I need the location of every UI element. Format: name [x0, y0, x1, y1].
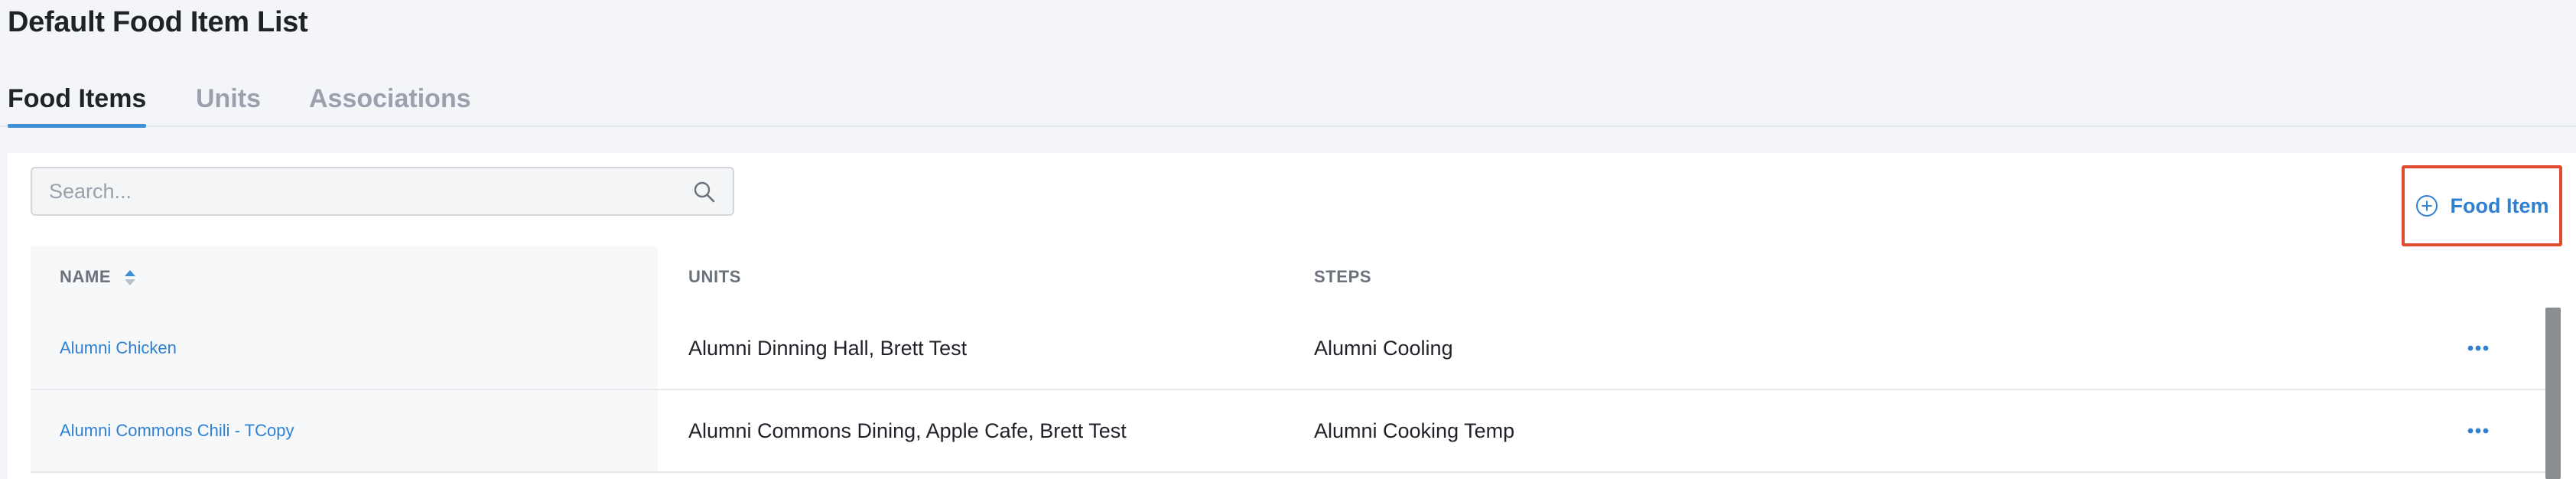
table-row: Alumni Commons Chili - TCopy Alumni Comm…: [31, 390, 2550, 473]
tab-associations[interactable]: Associations: [309, 84, 471, 127]
search-icon[interactable]: [693, 181, 716, 204]
table-body: Alumni Chicken Alumni Dinning Hall, Bret…: [31, 308, 2550, 473]
units-cell: Alumni Commons Dining, Apple Cafe, Brett…: [688, 419, 1127, 442]
tab-food-items[interactable]: Food Items: [8, 84, 147, 128]
food-items-panel: Food Item NAME UNITS STEPS Alumni Chicke…: [8, 153, 2576, 479]
steps-cell: Alumni Cooking Temp: [1314, 419, 1515, 442]
page-title: Default Food Item List: [8, 6, 308, 38]
column-header-units: UNITS: [688, 267, 741, 286]
sort-icon[interactable]: [124, 268, 136, 288]
table-row: Alumni Chicken Alumni Dinning Hall, Bret…: [31, 308, 2550, 390]
search-input[interactable]: [32, 168, 682, 214]
table-scrollbar[interactable]: [2545, 308, 2561, 479]
table-header: NAME UNITS STEPS: [31, 246, 2550, 308]
add-food-item-label: Food Item: [2450, 194, 2549, 217]
search-box: [31, 167, 734, 216]
steps-cell: Alumni Cooling: [1314, 337, 1453, 360]
food-item-name-link[interactable]: Alumni Chicken: [31, 308, 658, 389]
add-food-item-button[interactable]: Food Item: [2402, 165, 2562, 246]
food-item-name-link[interactable]: Alumni Commons Chili - TCopy: [31, 390, 658, 471]
tab-bar: Food Items Units Associations: [0, 77, 2576, 128]
more-horizontal-icon[interactable]: [2463, 419, 2493, 442]
more-horizontal-icon[interactable]: [2463, 337, 2493, 360]
column-header-name-label: NAME: [60, 267, 112, 286]
tab-units[interactable]: Units: [196, 84, 261, 127]
plus-circle-icon: [2415, 195, 2438, 217]
column-header-name[interactable]: NAME: [31, 246, 658, 308]
column-header-steps: STEPS: [1314, 267, 1372, 286]
units-cell: Alumni Dinning Hall, Brett Test: [688, 337, 968, 360]
